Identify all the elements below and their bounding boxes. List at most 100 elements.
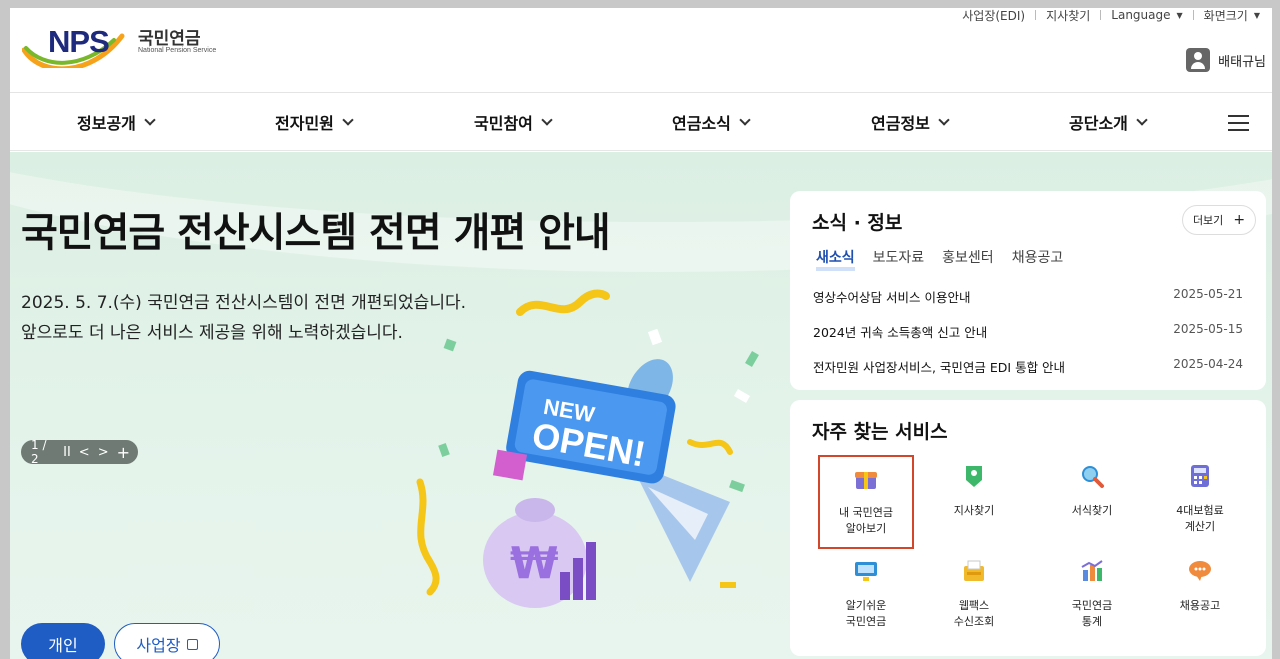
service-label-line1: 서식찾기 [1071,504,1113,517]
nav-item-participation[interactable]: 국민참여 [474,93,553,151]
banner-pager: 1 / 2 II < > + [21,438,138,466]
news-row-title: 영상수어상담 서비스 이용안내 [813,290,971,305]
business-label: 사업장 [136,636,181,655]
service-recruitment[interactable]: 채용공고 [1152,550,1248,640]
pager-count: 1 / 2 [31,438,47,466]
hero-title: 국민연금 전산시스템 전면 개편 안내 [21,210,611,256]
news-title: 소식 · 정보 [812,212,903,234]
hamburger-icon[interactable] [1228,115,1249,131]
view-all-button[interactable]: + [117,443,130,462]
news-row[interactable]: 영상수어상담 서비스 이용안내 2025-05-21 [813,287,1243,322]
news-row[interactable]: 전자민원 사업장서비스, 국민연금 EDI 통합 안내 2025-04-24 [813,357,1243,392]
chevron-down-icon [144,113,156,126]
user-menu[interactable]: 배태규님 [1186,48,1266,72]
util-edi-link[interactable]: 사업장(EDI) [962,8,1025,24]
service-label-line1: 지사찾기 [953,504,995,517]
nav-label: 공단소개 [1069,114,1128,133]
nav-label: 연금정보 [871,114,930,133]
gift-icon [853,465,879,491]
calculator-icon [1187,463,1213,489]
service-statistics[interactable]: 국민연금 통계 [1044,550,1140,640]
chevron-down-icon [739,113,751,126]
service-label-line2: 국민연금 [845,615,887,628]
speech-bubble-icon [1187,558,1213,584]
nav-item-e-civil[interactable]: 전자민원 [275,93,354,151]
service-easy-pension[interactable]: 알기쉬운 국민연금 [818,550,914,640]
map-pin-icon [961,463,987,489]
caret-down-icon: ▼ [1176,10,1183,20]
caret-down-icon: ▼ [1253,10,1260,20]
tab-promotion[interactable]: 홍보센터 [942,247,994,271]
divider [1192,10,1194,20]
news-row-title: 전자민원 사업장서비스, 국민연금 EDI 통합 안내 [813,360,1066,375]
plus-icon: + [1233,212,1246,228]
nav-label: 정보공개 [77,114,136,133]
news-row-date: 2025-05-15 [1173,322,1243,336]
service-insurance-calculator[interactable]: 4대보험료 계산기 [1152,455,1248,545]
more-button[interactable]: 더보기 + [1182,205,1256,235]
user-name: 배태규님 [1218,54,1266,70]
util-label: 사업장(EDI) [962,8,1026,23]
news-tabs: 새소식 보도자료 홍보센터 채용공고 [816,247,1081,271]
utility-menu: 사업장(EDI) 지사찾기 Language ▼ 화면크기 ▼ [962,8,1260,24]
tab-recruit[interactable]: 채용공고 [1012,247,1064,271]
service-label-line1: 채용공고 [1179,599,1221,612]
service-branch-finder[interactable]: 지사찾기 [926,455,1022,545]
nps-logo[interactable]: NPS 국민연금 National Pension Service [22,18,222,68]
page: NPS 국민연금 National Pension Service 사업장(ED… [10,8,1272,659]
divider [1100,10,1102,20]
service-label-line2: 계산기 [1184,520,1216,533]
service-label-line2: 통계 [1081,615,1103,628]
next-button[interactable]: > [98,445,109,460]
service-label-line1: 알기쉬운 [845,599,887,612]
logo-text: NPS [48,24,110,59]
chevron-down-icon [938,113,950,126]
nav-item-pension-info[interactable]: 연금정보 [871,93,950,151]
news-list: 영상수어상담 서비스 이용안내 2025-05-21 2024년 귀속 소득총액… [813,287,1243,392]
service-form-finder[interactable]: 서식찾기 [1044,455,1140,545]
chevron-down-icon [1136,113,1148,126]
logo-english-name: National Pension Service [138,47,217,54]
services-title: 자주 찾는 서비스 [812,421,948,443]
tab-press[interactable]: 보도자료 [873,247,925,271]
util-label: Language [1111,8,1171,22]
util-screen-size-dropdown[interactable]: 화면크기 ▼ [1204,8,1260,24]
new-open-illustration: NEW OPEN! ₩ [416,289,759,608]
frequent-services-card: 자주 찾는 서비스 내 국민연금 알아보기 지사찾기 서식찾기 4대보험료 계산… [790,400,1266,656]
monitor-icon [853,558,879,584]
fax-icon [961,558,987,584]
individual-button[interactable]: 개인 [21,623,105,659]
user-avatar-icon [1186,48,1211,72]
pause-button[interactable]: II [63,445,71,460]
news-row-date: 2025-05-21 [1173,287,1243,301]
news-row-date: 2025-04-24 [1173,357,1243,371]
nav-item-about[interactable]: 공단소개 [1069,93,1148,151]
prev-button[interactable]: < [79,445,90,460]
more-label: 더보기 [1192,214,1224,227]
service-label-line1: 4대보험료 [1176,504,1224,517]
service-label-line1: 웹팩스 [958,599,990,612]
magnifier-icon [1079,463,1105,489]
util-label: 지사찾기 [1046,8,1091,23]
nav-label: 연금소식 [672,114,731,133]
external-link-icon [186,638,198,650]
tab-news[interactable]: 새소식 [816,247,855,271]
nav-item-info-disclosure[interactable]: 정보공개 [77,93,156,151]
logo-korean-name: 국민연금 [138,29,201,49]
chevron-down-icon [541,113,553,126]
header: NPS 국민연금 National Pension Service 사업장(ED… [10,8,1272,93]
business-button[interactable]: 사업장 [114,623,220,659]
util-language-dropdown[interactable]: Language ▼ [1111,8,1182,22]
service-label-line1: 내 국민연금 [838,506,894,519]
service-my-pension[interactable]: 내 국민연금 알아보기 [818,455,914,549]
news-row[interactable]: 2024년 귀속 소득총액 신고 안내 2025-05-15 [813,322,1243,357]
news-card: 소식 · 정보 더보기 + 새소식 보도자료 홍보센터 채용공고 영상수어상담 서… [790,191,1266,390]
divider [1035,10,1037,20]
nav-item-pension-news[interactable]: 연금소식 [672,93,751,151]
service-label-line1: 국민연금 [1071,599,1113,612]
service-label-line2: 알아보기 [845,522,887,535]
util-branch-link[interactable]: 지사찾기 [1046,8,1090,24]
chevron-down-icon [342,113,354,126]
main-navigation: 정보공개 전자민원 국민참여 연금소식 연금정보 공단소개 [10,93,1272,151]
service-webfax[interactable]: 웹팩스 수신조회 [926,550,1022,640]
